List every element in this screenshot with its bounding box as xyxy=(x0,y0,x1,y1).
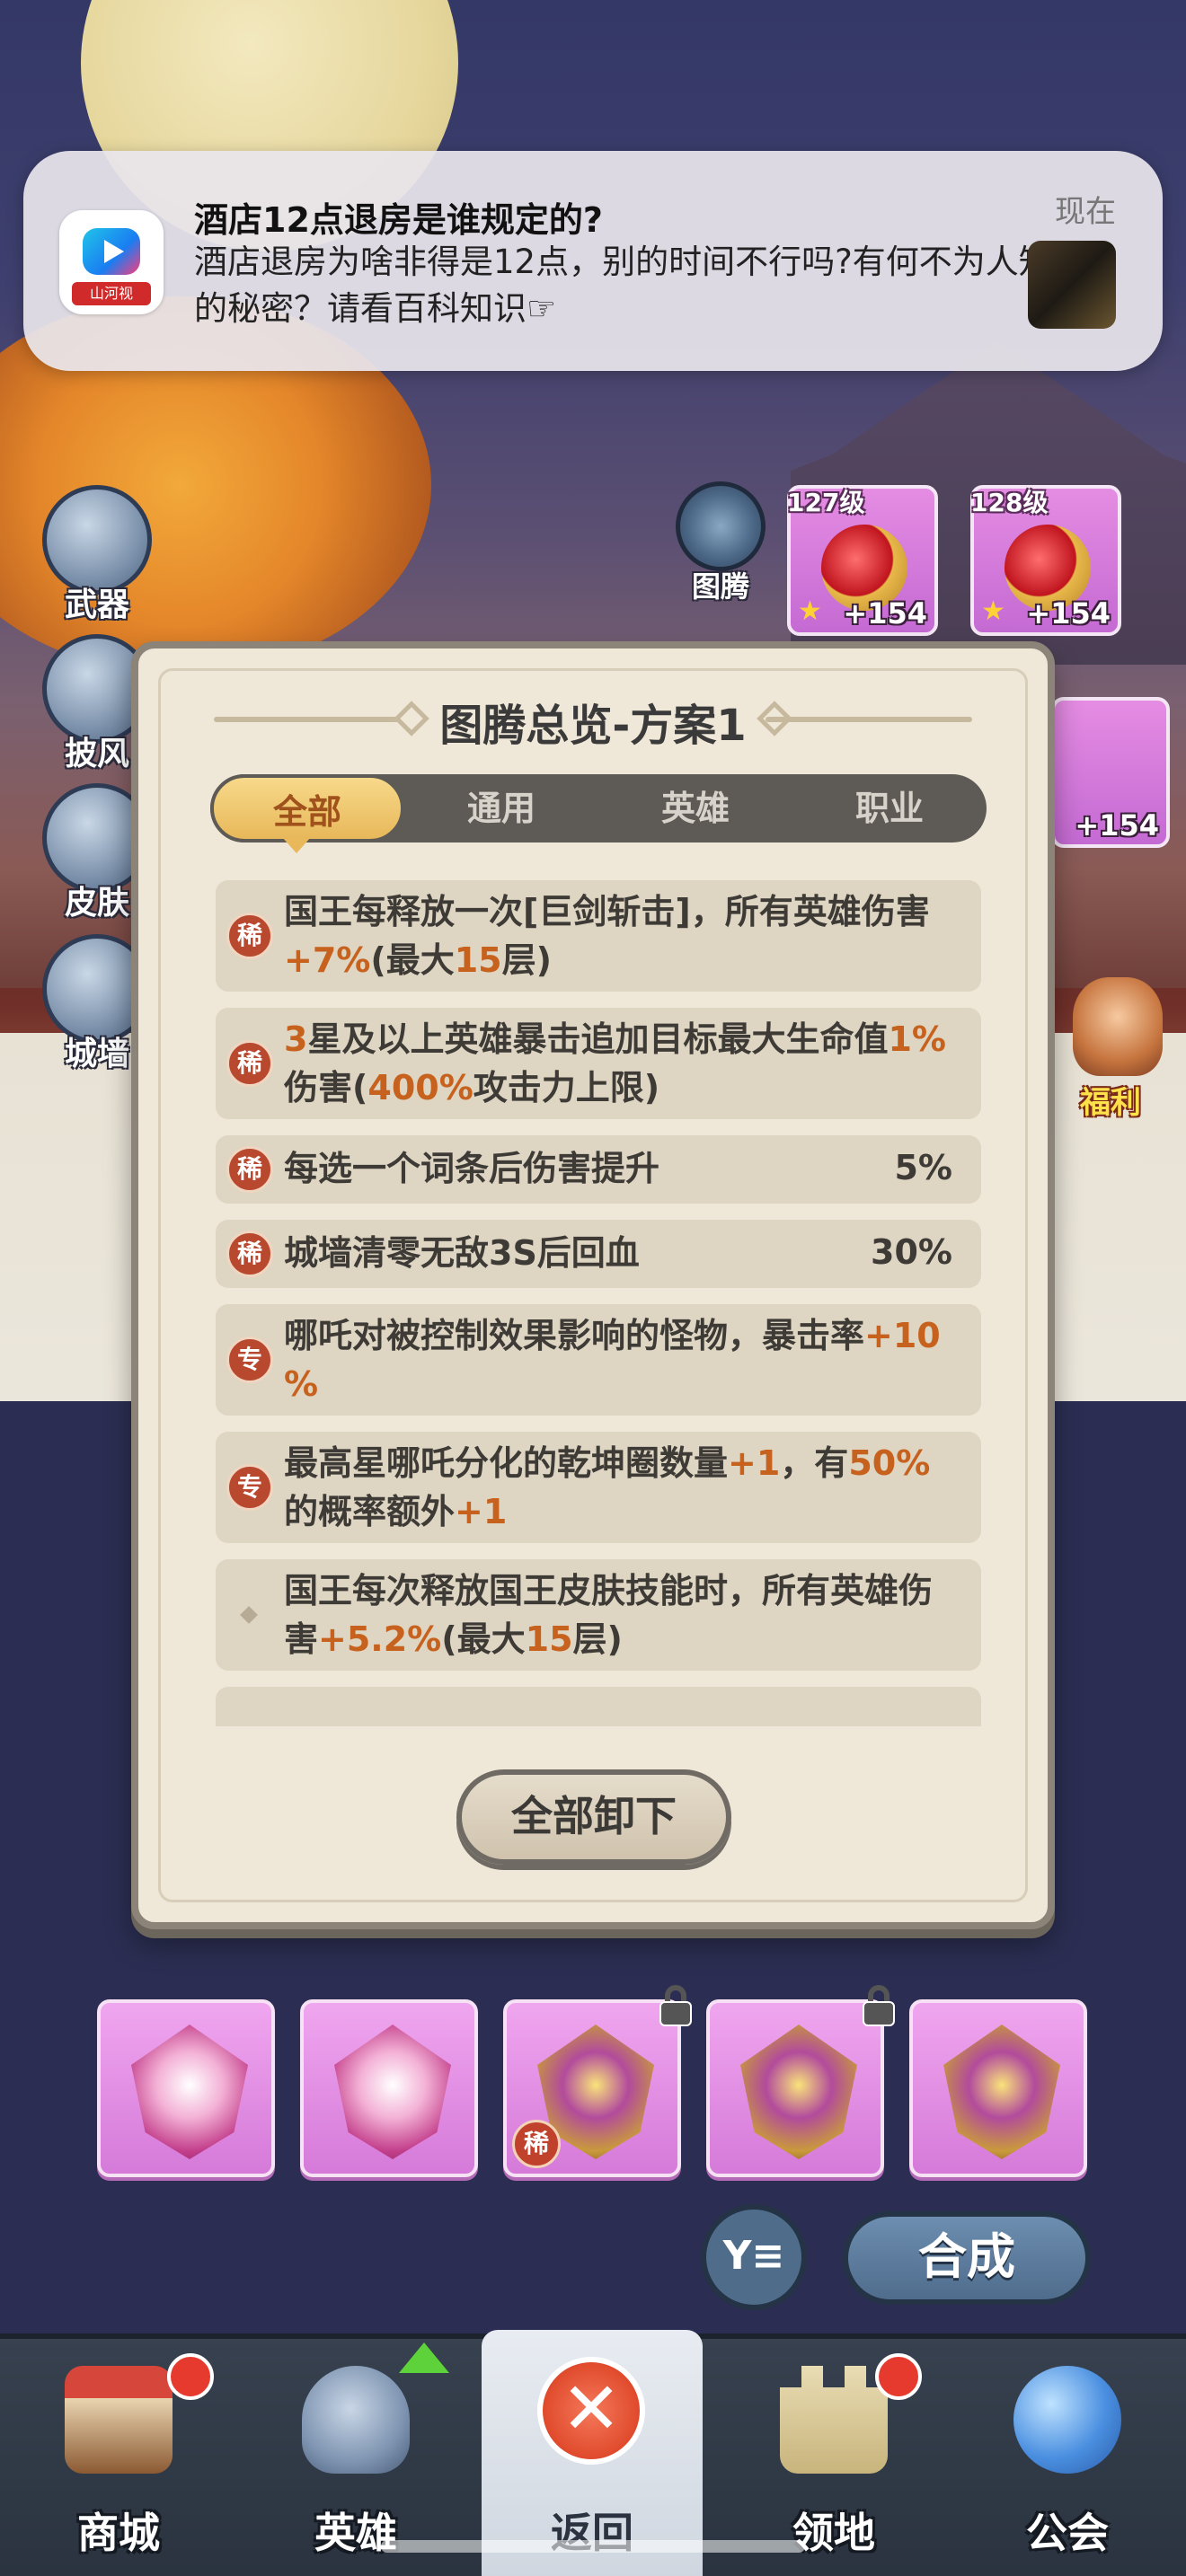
totem-card[interactable] xyxy=(706,1985,895,2177)
play-icon xyxy=(83,228,140,275)
exclusive-badge: 专 xyxy=(226,1337,273,1383)
compose-button[interactable]: 合成 xyxy=(843,2211,1091,2305)
push-notification[interactable]: 山河视 酒店12点退房是谁规定的? 酒店退房为啥非得是12点，别的时间不行吗?有… xyxy=(23,151,1163,371)
owl-totem-icon xyxy=(943,2025,1060,2159)
lock-icon xyxy=(658,1985,694,2026)
effect-text: 国王每释放一次[巨剑斩击]，所有英雄伤害 +7%(最大15层) xyxy=(284,892,930,980)
effect-text: 国王每次释放国王皮肤技能时，所有英雄伤 害+5.2%(最大15层) xyxy=(284,1571,934,1659)
title-ornament xyxy=(766,717,972,722)
list-item: 专 最高星哪吒分化的乾坤圈数量+1，有50% 的概率额外+1 xyxy=(216,1432,981,1543)
rare-badge: 稀 xyxy=(226,1231,273,1277)
tab-general[interactable]: 通用 xyxy=(404,774,598,842)
tab-hero[interactable]: 英雄 xyxy=(598,774,792,842)
totem-card[interactable]: 稀 xyxy=(503,1985,692,2177)
app-icon: 山河视 xyxy=(59,210,164,314)
shop-icon xyxy=(65,2366,173,2474)
nav-label: 商城 xyxy=(77,2509,160,2557)
rare-badge: 稀 xyxy=(226,913,273,959)
item-level: 128级 xyxy=(970,488,1049,517)
upgrade-arrow-icon xyxy=(399,2342,449,2373)
totem-overview-dialog: 图腾总览-方案1 全部 通用 英雄 职业 稀 国王每释放一次[巨剑斩击]，所有英… xyxy=(131,641,1055,1929)
tab-all[interactable]: 全部 xyxy=(210,774,404,842)
effect-text: 哪吒对被控制效果影响的怪物，暴击率+10 % xyxy=(284,1316,941,1404)
notification-title: 酒店12点退房是谁规定的? xyxy=(194,200,603,240)
rare-badge: 稀 xyxy=(512,2120,561,2168)
list-item: 专 哪吒对被控制效果影响的怪物，暴击率+10 % xyxy=(216,1304,981,1416)
nav-shop[interactable]: 商城 xyxy=(0,2339,237,2576)
item-card[interactable]: 127级 ★ +154 xyxy=(787,485,938,636)
nav-label: 公会 xyxy=(1026,2509,1109,2557)
item-bonus: +154 xyxy=(843,596,927,631)
knight-helmet-icon xyxy=(302,2366,410,2474)
effect-text: 最高星哪吒分化的乾坤圈数量+1，有50% 的概率额外+1 xyxy=(284,1443,931,1531)
list-item: 国王每次释放国王皮肤技能时，所有英雄伤 害+5.2%(最大15层) xyxy=(216,1559,981,1671)
effect-value: 30% xyxy=(871,1232,952,1272)
effect-text: 每选一个词条后伤害提升 xyxy=(284,1149,660,1188)
bullet-diamond-icon xyxy=(240,1606,258,1624)
effect-text: 城墙清零无敌3S后回血 xyxy=(284,1233,640,1273)
list-item: 稀 3星及以上英雄暴击追加目标最大生命值1% 伤害(400%攻击力上限) xyxy=(216,1008,981,1119)
effect-value: 5% xyxy=(894,1148,952,1187)
effect-text: 3星及以上英雄暴击追加目标最大生命值1% 伤害(400%攻击力上限) xyxy=(284,1019,946,1107)
welfare-label: 福利 xyxy=(1080,1085,1141,1121)
item-card[interactable]: +154 xyxy=(1051,697,1170,848)
item-card[interactable]: 128级 ★ +154 xyxy=(970,485,1121,636)
notification-dot xyxy=(167,2353,214,2400)
lock-icon xyxy=(861,1985,897,2026)
item-bonus: +154 xyxy=(1026,596,1111,631)
totem-icon xyxy=(676,481,766,571)
owl-totem-icon xyxy=(740,2025,857,2159)
exclusive-badge: 专 xyxy=(226,1464,273,1511)
phoenix-totem-icon xyxy=(334,2025,451,2159)
notification-dot xyxy=(875,2353,922,2400)
list-item xyxy=(216,1687,981,1726)
notification-time: 现在 xyxy=(1055,194,1116,230)
notification-body: 酒店退房为啥非得是12点，别的时间不行吗?有何不为人知的秘密？请看百科知识☞ xyxy=(194,243,1052,328)
home-indicator xyxy=(381,2540,805,2553)
filter-tabs: 全部 通用 英雄 职业 xyxy=(210,774,987,842)
nav-guild[interactable]: 公会 xyxy=(949,2339,1186,2576)
tab-class[interactable]: 职业 xyxy=(792,774,987,842)
side-menu-weapon[interactable]: 武器 xyxy=(36,485,158,623)
castle-icon xyxy=(780,2366,888,2474)
totem-label: 图腾 xyxy=(691,569,749,604)
filter-button[interactable]: Y≡ xyxy=(701,2204,807,2310)
nav-back[interactable]: ✕ 返回 xyxy=(482,2330,703,2576)
item-bonus: +154 xyxy=(1075,808,1159,842)
list-item: 稀 每选一个词条后伤害提升 5% xyxy=(216,1135,981,1204)
planet-icon xyxy=(1013,2366,1121,2474)
totem-card[interactable] xyxy=(909,1999,1087,2177)
app-brand-logo: 山河视 xyxy=(72,282,151,305)
list-item: 稀 国王每释放一次[巨剑斩击]，所有英雄伤害 +7%(最大15层) xyxy=(216,880,981,992)
king-avatar-icon xyxy=(1073,977,1163,1076)
tab-pointer xyxy=(282,837,311,853)
star-icon: ★ xyxy=(981,595,1005,627)
side-menu-label: 武器 xyxy=(64,587,129,623)
list-item: 稀 城墙清零无敌3S后回血 30% xyxy=(216,1220,981,1288)
phoenix-totem-icon xyxy=(131,2025,248,2159)
close-icon: ✕ xyxy=(537,2357,645,2465)
unload-all-button[interactable]: 全部卸下 xyxy=(456,1769,731,1865)
rare-badge: 稀 xyxy=(226,1040,273,1087)
totem-button[interactable]: 图腾 xyxy=(667,481,774,607)
welfare-button[interactable]: 福利 xyxy=(1057,977,1182,1121)
rare-badge: 稀 xyxy=(226,1146,273,1193)
star-icon: ★ xyxy=(798,595,822,627)
totem-card[interactable] xyxy=(97,1999,275,2177)
totem-card[interactable] xyxy=(300,1999,478,2177)
notification-thumbnail xyxy=(1028,241,1116,329)
item-level: 127级 xyxy=(787,488,865,517)
totem-effects-list[interactable]: 稀 国王每释放一次[巨剑斩击]，所有英雄伤害 +7%(最大15层) 稀 3星及以… xyxy=(216,860,981,1726)
